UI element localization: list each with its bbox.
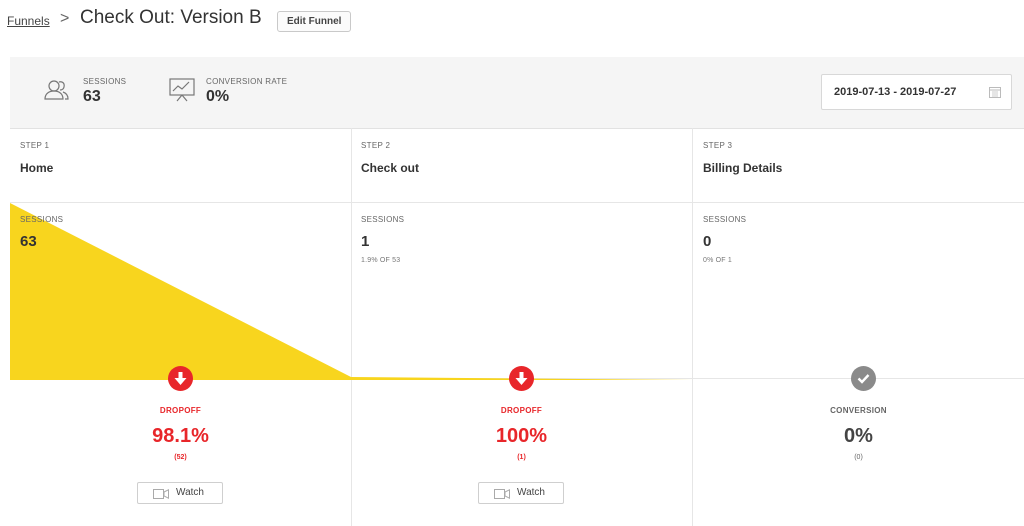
calendar-icon [989, 87, 1001, 98]
date-range-picker[interactable]: 2019-07-13 - 2019-07-27 [821, 74, 1012, 110]
watch-button[interactable]: Watch [137, 482, 223, 504]
step-sessions-sub: 0% OF 1 [703, 257, 733, 264]
watch-label: Watch [176, 487, 204, 498]
date-range-value: 2019-07-13 - 2019-07-27 [834, 86, 957, 98]
arrow-down-icon [174, 372, 187, 385]
step-name: Home [20, 161, 54, 175]
arrow-down-icon [515, 372, 528, 385]
step-header: STEP 1 Home [10, 128, 351, 203]
funnel-area-step1 [10, 203, 351, 380]
outcome-label: DROPOFF [159, 406, 202, 415]
watch-label: Watch [517, 487, 545, 498]
step-header: STEP 3 Billing Details [693, 128, 1024, 203]
sessions-stat-label: SESSIONS [83, 77, 127, 86]
edit-funnel-button[interactable]: Edit Funnel [277, 11, 352, 32]
step-sessions-label: SESSIONS [703, 215, 747, 224]
step-sessions-value: 1 [361, 233, 370, 250]
step-sessions-value: 63 [20, 233, 37, 250]
dropoff-indicator [168, 366, 193, 391]
outcome-label: CONVERSION [830, 406, 887, 415]
step-header: STEP 2 Check out [351, 128, 692, 203]
step-name: Billing Details [703, 161, 783, 175]
funnel-card: SESSIONS 63 CONVERSION RATE 0% 2019-07-1… [10, 57, 1024, 526]
step-sessions-label: SESSIONS [361, 215, 405, 224]
video-camera-icon [494, 489, 510, 499]
outcome-count: (1) [517, 454, 526, 461]
breadcrumb-funnels-link[interactable]: Funnels [7, 14, 50, 28]
conversion-rate-label: CONVERSION RATE [206, 77, 288, 86]
step-sessions-value: 0 [703, 233, 712, 250]
step-number: STEP 3 [703, 141, 733, 150]
step-name: Check out [361, 161, 420, 175]
outcome-count: (52) [174, 454, 187, 461]
conversion-rate-value: 0% [206, 88, 230, 105]
presentation-chart-icon [169, 78, 195, 102]
outcome-percent: 100% [495, 425, 548, 447]
summary-bar: SESSIONS 63 CONVERSION RATE 0% 2019-07-1… [10, 57, 1024, 129]
step-number: STEP 1 [20, 141, 50, 150]
step-sessions-sub: 1.9% OF 53 [361, 257, 401, 264]
video-camera-icon [153, 489, 169, 499]
outcome-count: (0) [854, 454, 863, 461]
outcome-label: DROPOFF [500, 406, 543, 415]
outcome-percent: 98.1% [152, 425, 209, 447]
sessions-stat-value: 63 [83, 88, 101, 105]
page-header: Funnels > Check Out: Version B Edit Funn… [0, 0, 1024, 48]
step-number: STEP 2 [361, 141, 391, 150]
page-title: Check Out: Version B [80, 7, 262, 28]
funnel-visualization [10, 203, 693, 380]
check-icon [857, 374, 870, 384]
step-sessions-label: SESSIONS [20, 215, 64, 224]
conversion-indicator [851, 366, 876, 391]
outcome-percent: 0% [844, 425, 873, 447]
breadcrumb-separator: > [60, 10, 70, 27]
watch-button[interactable]: Watch [478, 482, 564, 504]
dropoff-indicator [509, 366, 534, 391]
users-icon [44, 80, 69, 100]
